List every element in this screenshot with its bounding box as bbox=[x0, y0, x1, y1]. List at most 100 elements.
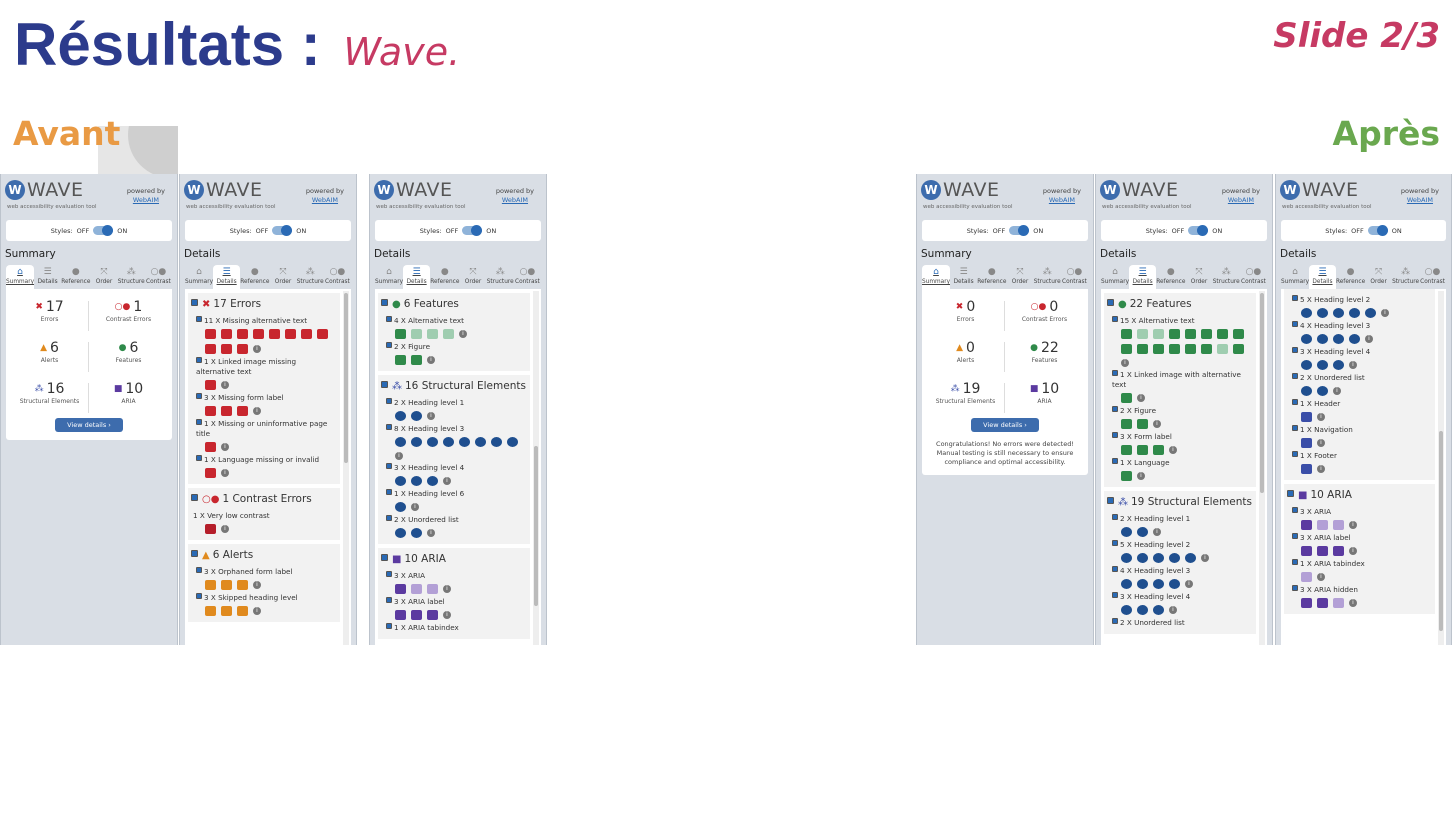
styles-toggle[interactable] bbox=[1367, 225, 1388, 236]
item-checkbox[interactable] bbox=[386, 316, 392, 322]
aria-icon[interactable] bbox=[1317, 520, 1328, 530]
feature-icon[interactable] bbox=[1137, 329, 1148, 339]
item-checkbox[interactable] bbox=[196, 316, 202, 322]
heading-icon[interactable] bbox=[1317, 360, 1328, 370]
info-icon[interactable]: i bbox=[395, 452, 403, 460]
heading-icon[interactable] bbox=[1333, 308, 1344, 318]
error-icon[interactable] bbox=[221, 344, 232, 354]
header-icon[interactable] bbox=[1301, 412, 1312, 422]
heading-icon[interactable] bbox=[1121, 605, 1132, 615]
aria-icon[interactable] bbox=[395, 584, 406, 594]
info-icon[interactable]: i bbox=[1137, 472, 1145, 480]
tab-summary[interactable]: ⌂ Summary bbox=[185, 265, 213, 289]
heading-icon[interactable] bbox=[1153, 605, 1164, 615]
heading-icon[interactable] bbox=[1169, 553, 1180, 563]
tab-reference[interactable]: ● Reference bbox=[1336, 265, 1365, 289]
tab-structure[interactable]: ⁂ Structure bbox=[1392, 265, 1419, 289]
tab-contrast[interactable]: ○● Contrast bbox=[1419, 265, 1446, 289]
feature-icon[interactable] bbox=[1121, 419, 1132, 429]
view-details-button[interactable]: View details › bbox=[971, 418, 1039, 432]
tab-order[interactable]: ⤧ Order bbox=[459, 265, 486, 289]
info-icon[interactable]: i bbox=[459, 330, 467, 338]
item-checkbox[interactable] bbox=[196, 567, 202, 573]
tab-contrast[interactable]: ○● Contrast bbox=[1061, 265, 1088, 289]
info-icon[interactable]: i bbox=[253, 345, 261, 353]
feature-icon[interactable] bbox=[1185, 329, 1196, 339]
aria-label-icon[interactable] bbox=[395, 610, 406, 620]
feature-icon[interactable] bbox=[1169, 344, 1180, 354]
heading-icon[interactable] bbox=[507, 437, 518, 447]
feature-icon[interactable] bbox=[1217, 329, 1228, 339]
heading-icon[interactable] bbox=[395, 437, 406, 447]
tab-order[interactable]: ⤧ Order bbox=[269, 265, 296, 289]
aria-hidden-icon[interactable] bbox=[1333, 598, 1344, 608]
info-icon[interactable]: i bbox=[1153, 528, 1161, 536]
heading-icon[interactable] bbox=[395, 476, 406, 486]
info-icon[interactable]: i bbox=[443, 585, 451, 593]
contrast-error-icon[interactable] bbox=[205, 524, 216, 534]
error-icon[interactable] bbox=[205, 344, 216, 354]
aria-label-icon[interactable] bbox=[411, 610, 422, 620]
error-icon[interactable] bbox=[205, 329, 216, 339]
info-icon[interactable]: i bbox=[253, 581, 261, 589]
item-checkbox[interactable] bbox=[386, 515, 392, 521]
feature-icon[interactable] bbox=[1153, 344, 1164, 354]
list-icon[interactable] bbox=[1301, 386, 1312, 396]
info-icon[interactable]: i bbox=[1349, 547, 1357, 555]
info-icon[interactable]: i bbox=[1169, 446, 1177, 454]
scrollbar[interactable] bbox=[1259, 291, 1265, 645]
info-icon[interactable]: i bbox=[221, 469, 229, 477]
styles-toggle[interactable] bbox=[93, 225, 114, 236]
tab-order[interactable]: ⤧ Order bbox=[1185, 265, 1212, 289]
list-icon[interactable] bbox=[1317, 386, 1328, 396]
info-icon[interactable]: i bbox=[1333, 387, 1341, 395]
error-icon[interactable] bbox=[221, 406, 232, 416]
heading-icon[interactable] bbox=[411, 476, 422, 486]
item-checkbox[interactable] bbox=[1112, 370, 1118, 376]
tab-summary[interactable]: ⌂ Summary bbox=[1281, 265, 1309, 289]
item-checkbox[interactable] bbox=[196, 419, 202, 425]
alert-icon[interactable] bbox=[221, 606, 232, 616]
group-checkbox[interactable] bbox=[1107, 299, 1114, 306]
info-icon[interactable]: i bbox=[1169, 606, 1177, 614]
item-checkbox[interactable] bbox=[1112, 406, 1118, 412]
heading-icon[interactable] bbox=[1137, 605, 1148, 615]
language-icon[interactable] bbox=[1121, 471, 1132, 481]
item-checkbox[interactable] bbox=[386, 489, 392, 495]
item-checkbox[interactable] bbox=[1292, 559, 1298, 565]
tab-reference[interactable]: ● Reference bbox=[240, 265, 269, 289]
styles-toggle[interactable] bbox=[1009, 225, 1030, 236]
heading-icon[interactable] bbox=[1137, 579, 1148, 589]
item-checkbox[interactable] bbox=[1112, 514, 1118, 520]
feature-icon[interactable] bbox=[1121, 344, 1132, 354]
feature-icon[interactable] bbox=[1185, 344, 1196, 354]
item-checkbox[interactable] bbox=[1292, 507, 1298, 513]
tab-reference[interactable]: ● Reference bbox=[977, 265, 1006, 289]
heading-icon[interactable] bbox=[443, 437, 454, 447]
heading-icon[interactable] bbox=[1153, 553, 1164, 563]
heading-icon[interactable] bbox=[475, 437, 486, 447]
heading-icon[interactable] bbox=[427, 476, 438, 486]
info-icon[interactable]: i bbox=[1137, 394, 1145, 402]
aria-label-icon[interactable] bbox=[427, 610, 438, 620]
heading-icon[interactable] bbox=[1121, 579, 1132, 589]
item-checkbox[interactable] bbox=[1292, 585, 1298, 591]
webaim-link[interactable]: WebAIM bbox=[127, 196, 165, 205]
error-icon[interactable] bbox=[221, 329, 232, 339]
heading-icon[interactable] bbox=[395, 502, 406, 512]
info-icon[interactable]: i bbox=[427, 356, 435, 364]
styles-toggle[interactable] bbox=[462, 225, 483, 236]
heading-icon[interactable] bbox=[491, 437, 502, 447]
group-checkbox[interactable] bbox=[191, 550, 198, 557]
heading-icon[interactable] bbox=[395, 411, 406, 421]
heading-icon[interactable] bbox=[1333, 334, 1344, 344]
styles-toggle[interactable] bbox=[1188, 225, 1209, 236]
feature-icon[interactable] bbox=[1121, 393, 1132, 403]
group-checkbox[interactable] bbox=[191, 299, 198, 306]
tab-structure[interactable]: ⁂ Structure bbox=[1034, 265, 1061, 289]
error-icon[interactable] bbox=[301, 329, 312, 339]
tab-details[interactable]: ☰ Details bbox=[34, 265, 61, 289]
heading-icon[interactable] bbox=[411, 437, 422, 447]
aria-label-icon[interactable] bbox=[1333, 546, 1344, 556]
feature-icon[interactable] bbox=[411, 355, 422, 365]
